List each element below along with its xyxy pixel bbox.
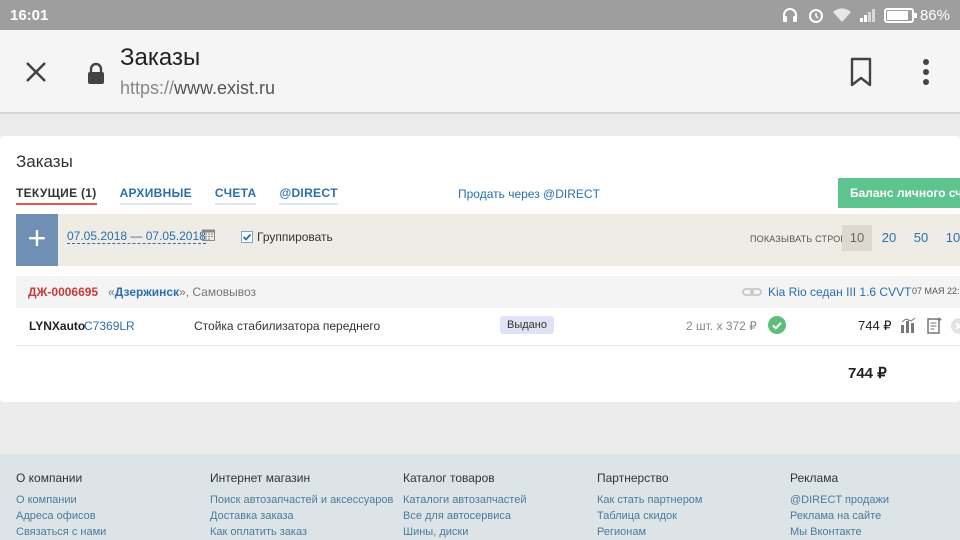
balance-button[interactable]: Баланс личного счета bbox=[838, 178, 960, 208]
battery-percent: 86% bbox=[919, 6, 950, 24]
headphones-icon bbox=[780, 5, 800, 25]
link-icon bbox=[742, 284, 762, 300]
tab-current[interactable]: ТЕКУЩИЕ (1) bbox=[16, 186, 97, 205]
footer-heading: Каталог товаров bbox=[403, 471, 495, 485]
browser-toolbar: Заказы https://www.exist.ru bbox=[0, 30, 960, 114]
site-footer: О компании О компании Адреса офисов Связ… bbox=[0, 454, 960, 540]
footer-link[interactable]: Как оплатить заказ bbox=[210, 524, 393, 540]
footer-column-catalog: Каталог товаров Каталоги автозапчастей В… bbox=[403, 471, 526, 540]
bookmark-icon[interactable] bbox=[848, 56, 874, 88]
footer-column-ads: Реклама @DIRECT продажи Реклама на сайте… bbox=[790, 471, 889, 540]
item-quantity: 2 шт. x 372 ₽ bbox=[686, 319, 757, 333]
battery-level bbox=[886, 10, 908, 20]
battery-icon bbox=[883, 7, 917, 23]
rows-option-100[interactable]: 10 bbox=[938, 225, 960, 251]
footer-link[interactable]: Мы Вконтакте bbox=[790, 524, 889, 540]
status-badge: Выдано bbox=[500, 316, 554, 334]
item-brand: LYNXauto bbox=[29, 319, 86, 333]
order-tabs: ТЕКУЩИЕ (1) АРХИВНЫЕ СЧЕТА @DIRECT bbox=[16, 186, 361, 205]
tab-archive[interactable]: АРХИВНЫЕ bbox=[119, 186, 192, 205]
delivery-type: , Самовывоз bbox=[185, 285, 257, 299]
url-protocol: https:// bbox=[120, 78, 175, 98]
store-quote-open: « bbox=[108, 285, 115, 299]
signal-icon bbox=[858, 5, 878, 25]
footer-link[interactable]: Реклама на сайте bbox=[790, 508, 889, 524]
orders-card: Заказы ТЕКУЩИЕ (1) АРХИВНЫЕ СЧЕТА @DIREC… bbox=[0, 136, 960, 402]
footer-link[interactable]: Адреса офисов bbox=[16, 508, 106, 524]
footer-link[interactable]: Таблица скидок bbox=[597, 508, 703, 524]
footer-column-partners: Партнерство Как стать партнером Таблица … bbox=[597, 471, 703, 540]
lock-icon bbox=[86, 62, 106, 86]
check-circle-icon bbox=[768, 316, 786, 334]
order-header: ДЖ-0006695 «Дзержинск», Самовывоз Kia Ri… bbox=[16, 276, 960, 308]
footer-link[interactable]: Шины, диски bbox=[403, 524, 526, 540]
footer-link[interactable]: Каталоги автозапчастей bbox=[403, 492, 526, 508]
group-checkbox[interactable] bbox=[241, 231, 253, 243]
wifi-icon bbox=[832, 5, 852, 25]
footer-link[interactable]: Все для автосервиса bbox=[403, 508, 526, 524]
footer-column-shop: Интернет магазин Поиск автозапчастей и а… bbox=[210, 471, 393, 540]
status-bar: 16:01 86% bbox=[0, 0, 960, 30]
footer-link[interactable]: Связаться с нами bbox=[16, 524, 106, 540]
footer-heading: Реклама bbox=[790, 471, 839, 485]
order-total: 744 ₽ bbox=[848, 365, 887, 382]
add-order-button[interactable]: + bbox=[16, 214, 58, 266]
item-description: Стойка стабилизатора переднего bbox=[194, 319, 381, 333]
status-icons: 86% bbox=[780, 5, 950, 25]
date-range-link[interactable]: 07.05.2018 — 07.05.2018 bbox=[67, 229, 206, 244]
footer-column-company: О компании О компании Адреса офисов Связ… bbox=[16, 471, 106, 540]
footer-link[interactable]: О компании bbox=[16, 492, 106, 508]
footer-heading: О компании bbox=[16, 471, 83, 485]
status-time: 16:01 bbox=[10, 6, 49, 24]
footer-link[interactable]: Как стать партнером bbox=[597, 492, 703, 508]
item-price: 744 ₽ bbox=[858, 318, 892, 333]
rows-option-20[interactable]: 20 bbox=[874, 225, 904, 251]
store-quote-close: » bbox=[179, 285, 186, 299]
footer-link[interactable]: Поиск автозапчастей и аксессуаров bbox=[210, 492, 393, 508]
rows-option-50[interactable]: 50 bbox=[906, 225, 936, 251]
url-host: www.exist.ru bbox=[174, 78, 276, 98]
item-article-link[interactable]: C7369LR bbox=[84, 319, 135, 333]
browser-title: Заказы bbox=[120, 44, 201, 71]
alarm-icon bbox=[806, 5, 826, 25]
rows-option-10[interactable]: 10 bbox=[842, 225, 872, 251]
page-title: Заказы bbox=[16, 152, 73, 171]
car-model-link[interactable]: Kia Rio седан III 1.6 CVVT bbox=[768, 285, 911, 299]
group-label[interactable]: Группировать bbox=[257, 230, 333, 244]
more-vert-icon[interactable] bbox=[914, 56, 938, 88]
tab-direct[interactable]: @DIRECT bbox=[279, 186, 338, 205]
close-icon[interactable] bbox=[22, 58, 50, 86]
rows-per-page-label: ПОКАЗЫВАТЬ СТРОК: bbox=[750, 234, 849, 244]
order-date: 07 МАЯ 22: bbox=[912, 286, 960, 296]
footer-link[interactable]: Регионам bbox=[597, 524, 703, 540]
remove-icon[interactable] bbox=[951, 318, 960, 334]
footer-link[interactable]: Доставка заказа bbox=[210, 508, 393, 524]
tab-invoices[interactable]: СЧЕТА bbox=[214, 186, 257, 205]
chart-bars-icon[interactable] bbox=[900, 317, 916, 333]
sell-via-direct-link[interactable]: Продать через @DIRECT bbox=[458, 187, 600, 201]
note-add-icon[interactable] bbox=[927, 317, 942, 334]
store-name[interactable]: Дзержинск bbox=[115, 285, 179, 299]
footer-heading: Интернет магазин bbox=[210, 471, 311, 485]
footer-link[interactable]: @DIRECT продажи bbox=[790, 492, 889, 508]
order-store: «Дзержинск», Самовывоз bbox=[108, 285, 256, 299]
order-item-row: LYNXauto C7369LR Стойка стабилизатора пе… bbox=[16, 308, 960, 346]
filter-bar: + 07.05.2018 — 07.05.2018 Группировать П… bbox=[16, 214, 960, 266]
browser-url[interactable]: https://www.exist.ru bbox=[120, 78, 275, 99]
calendar-icon[interactable] bbox=[202, 228, 215, 241]
footer-heading: Партнерство bbox=[597, 471, 669, 485]
order-id[interactable]: ДЖ-0006695 bbox=[28, 285, 98, 299]
